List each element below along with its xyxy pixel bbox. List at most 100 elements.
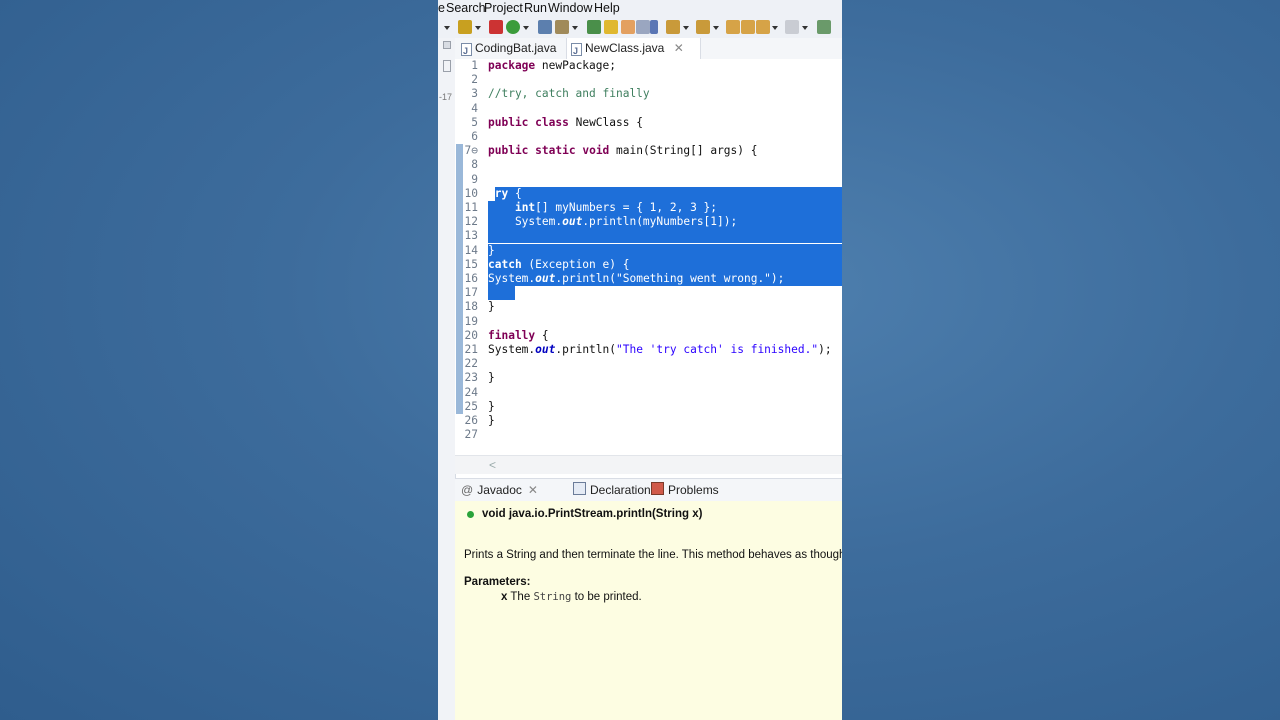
scroll-left-icon[interactable]: < bbox=[489, 458, 496, 472]
minimize-icon[interactable] bbox=[443, 41, 451, 49]
line-number: 7⊖ bbox=[464, 144, 478, 158]
toolbar bbox=[438, 17, 842, 38]
code-line[interactable]: 22 bbox=[455, 357, 842, 371]
param-code: String bbox=[533, 591, 572, 603]
code-line[interactable]: 12 System.out.println(myNumbers[1]); bbox=[455, 215, 842, 230]
code-text: } bbox=[488, 371, 495, 385]
dropdown-arrow-icon[interactable] bbox=[802, 26, 808, 30]
prev-annotation-icon[interactable] bbox=[696, 20, 710, 34]
annotation-icon[interactable] bbox=[587, 20, 601, 34]
dropdown-arrow-icon[interactable] bbox=[683, 26, 689, 30]
java-file-icon bbox=[461, 41, 472, 62]
menu-help[interactable]: Help bbox=[594, 1, 620, 15]
code-line[interactable]: 25} bbox=[455, 400, 842, 414]
menu-run[interactable]: Run bbox=[524, 1, 547, 15]
show-whitespace-icon[interactable] bbox=[636, 20, 650, 34]
code-line[interactable]: 11 int[] myNumbers = { 1, 2, 3 }; bbox=[455, 201, 842, 215]
code-line[interactable]: 2 bbox=[455, 73, 842, 87]
code-line[interactable]: 17 bbox=[455, 286, 842, 301]
line-number: 5 bbox=[471, 115, 478, 129]
open-type-icon[interactable] bbox=[538, 20, 552, 34]
code-line[interactable]: 13 bbox=[455, 229, 842, 244]
pilcrow-icon[interactable] bbox=[650, 20, 658, 34]
dropdown-arrow-icon[interactable] bbox=[772, 26, 778, 30]
run-icon[interactable] bbox=[506, 20, 520, 34]
dropdown-arrow-icon[interactable] bbox=[713, 26, 719, 30]
horizontal-scrollbar[interactable]: < bbox=[455, 455, 842, 474]
code-line[interactable]: 27 bbox=[455, 428, 842, 442]
close-icon[interactable]: ✕ bbox=[674, 41, 684, 55]
code-line[interactable]: 20 finally { bbox=[455, 329, 842, 343]
dropdown-arrow-icon[interactable] bbox=[475, 26, 481, 30]
java-file-icon bbox=[571, 41, 582, 62]
code-text: System.out.println("The 'try catch' is f… bbox=[488, 343, 832, 356]
code-line[interactable]: 21 System.out.println("The 'try catch' is… bbox=[455, 343, 842, 357]
line-number: 13 bbox=[464, 229, 478, 243]
menu-file-partial[interactable]: e bbox=[438, 1, 445, 15]
code-line[interactable]: 19 bbox=[455, 315, 842, 329]
close-icon[interactable]: ✕ bbox=[528, 483, 538, 497]
code-line[interactable]: 3 //try, catch and finally bbox=[455, 87, 842, 101]
line-number: 1 bbox=[471, 59, 478, 72]
code-line[interactable]: 1 package newPackage; bbox=[455, 59, 842, 73]
code-editor[interactable]: 1 package newPackage; 2 3 //try, catch and f… bbox=[455, 59, 842, 455]
code-text: catch (Exception e) { bbox=[488, 257, 630, 271]
javadoc-params-heading: Parameters: bbox=[464, 576, 531, 588]
code-line[interactable]: 26} bbox=[455, 414, 842, 428]
code-line[interactable]: 23} bbox=[455, 371, 842, 385]
code-text: } bbox=[488, 414, 495, 427]
code-line[interactable]: 4 bbox=[455, 102, 842, 116]
code-text: System.out.println("Something went wrong… bbox=[488, 272, 785, 285]
tab-javadoc[interactable]: @ Javadoc ✕ bbox=[461, 479, 538, 501]
code-line[interactable]: 18} bbox=[455, 300, 842, 314]
code-line[interactable]: 10 try { bbox=[455, 186, 842, 201]
code-text: public static void main(String[] args) { bbox=[488, 144, 758, 158]
debug-icon[interactable] bbox=[489, 20, 503, 34]
restore-icon[interactable] bbox=[443, 60, 451, 72]
last-edit-icon[interactable] bbox=[726, 20, 740, 34]
forward-icon[interactable] bbox=[785, 20, 799, 34]
tab-declaration[interactable]: Declaration bbox=[573, 479, 651, 501]
menu-window[interactable]: Window bbox=[548, 1, 592, 15]
tab-label: CodingBat.java bbox=[475, 41, 557, 55]
dropdown-arrow-icon[interactable] bbox=[444, 26, 450, 30]
line-number: 27 bbox=[464, 428, 478, 442]
next-annotation-icon[interactable] bbox=[666, 20, 680, 34]
code-line[interactable]: 16 System.out.println("Something went wro… bbox=[455, 272, 842, 286]
code-line[interactable]: 6 bbox=[455, 130, 842, 144]
code-line[interactable]: 15 catch (Exception e) { bbox=[455, 257, 842, 272]
line-number: 17 bbox=[464, 286, 478, 300]
code-line[interactable]: 24 bbox=[455, 386, 842, 400]
code-line[interactable]: 14} bbox=[455, 243, 842, 258]
line-number: 20 bbox=[464, 328, 478, 342]
selection-highlight bbox=[495, 186, 842, 201]
public-method-icon bbox=[467, 511, 474, 518]
tab-codingbat[interactable]: CodingBat.java bbox=[457, 38, 575, 62]
code-line[interactable]: 5 public class NewClass { bbox=[455, 116, 842, 130]
code-line[interactable]: 7⊖ public static void main(String[] args)… bbox=[455, 144, 842, 158]
menu-bar: e Search Project Run Window Help bbox=[438, 0, 842, 17]
dropdown-arrow-icon[interactable] bbox=[523, 26, 529, 30]
tab-newclass[interactable]: NewClass.java ✕ bbox=[566, 38, 701, 62]
selection-highlight bbox=[488, 229, 842, 244]
tab-problems[interactable]: Problems bbox=[651, 479, 719, 501]
back-history-icon[interactable] bbox=[756, 20, 770, 34]
line-number: 15 bbox=[464, 257, 478, 271]
dropdown-arrow-icon[interactable] bbox=[572, 26, 578, 30]
line-number: 9 bbox=[471, 172, 478, 186]
back-icon[interactable] bbox=[741, 20, 755, 34]
javadoc-description: Prints a String and then terminate the l… bbox=[464, 549, 842, 561]
menu-project[interactable]: Project bbox=[484, 1, 523, 15]
code-text: } bbox=[488, 300, 495, 314]
line-number: 2 bbox=[471, 73, 478, 87]
mark-occurrences-icon[interactable] bbox=[604, 20, 618, 34]
search-icon[interactable] bbox=[555, 20, 569, 34]
toggle-block-icon[interactable] bbox=[621, 20, 635, 34]
param-text-before: The bbox=[510, 591, 531, 603]
new-package-icon[interactable] bbox=[458, 20, 472, 34]
code-line[interactable]: 9 bbox=[455, 173, 842, 187]
code-line[interactable]: 8 bbox=[455, 158, 842, 172]
code-text: package newPackage; bbox=[488, 59, 616, 72]
menu-search[interactable]: Search bbox=[446, 1, 486, 15]
open-perspective-icon[interactable] bbox=[817, 20, 831, 34]
